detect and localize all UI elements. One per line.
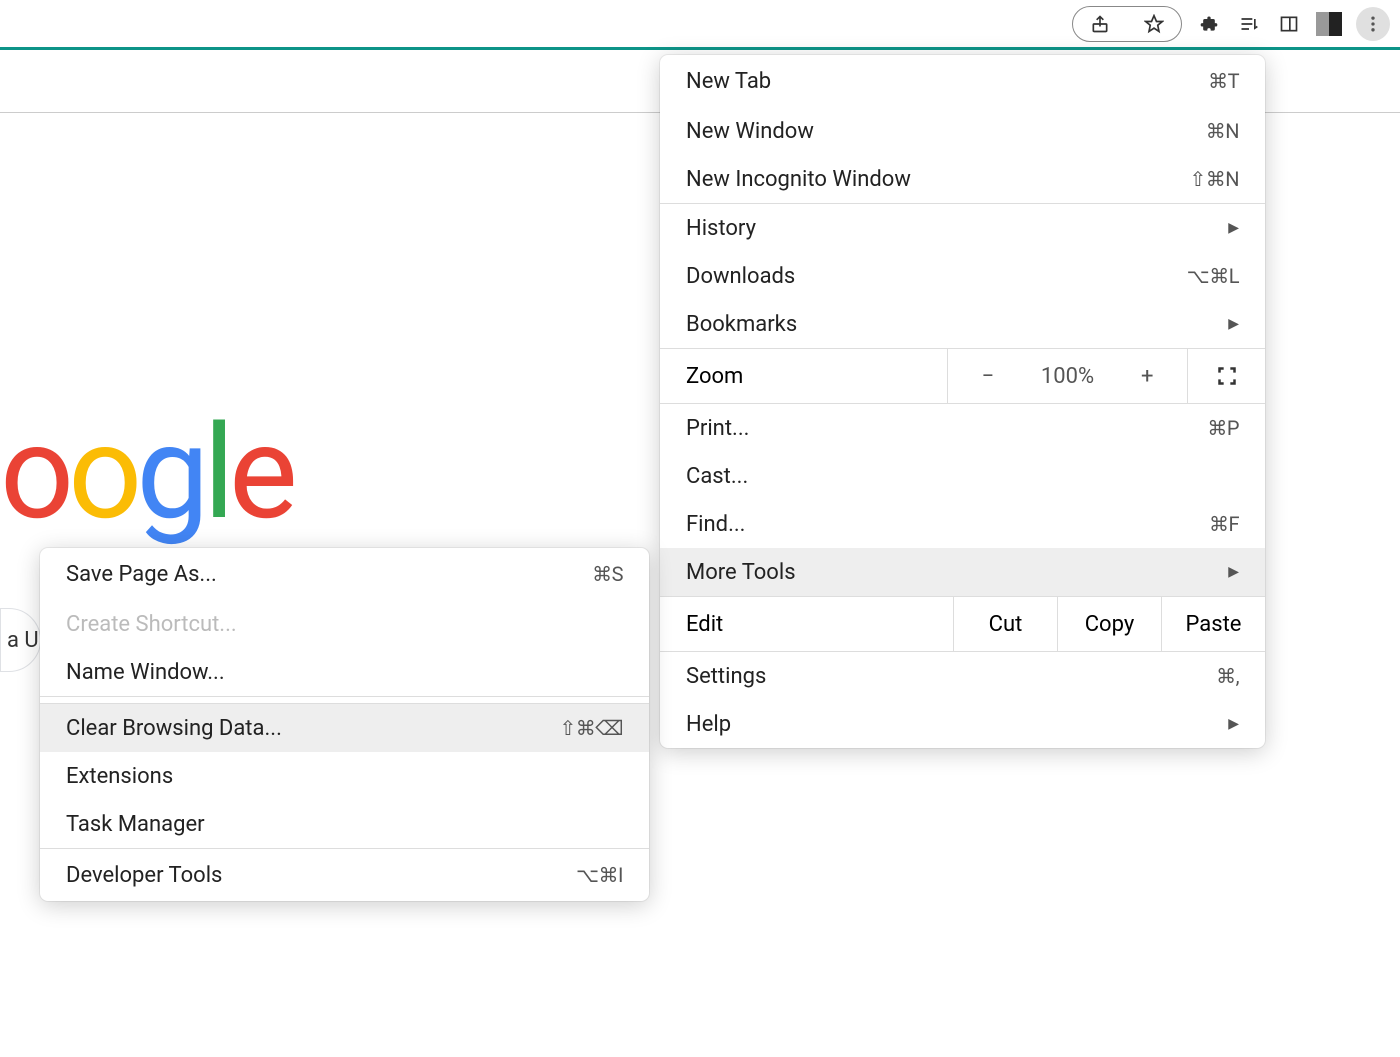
- menu-item-bookmarks[interactable]: Bookmarks ▶: [660, 300, 1265, 348]
- logo-letter-g: g: [136, 396, 203, 549]
- bookmark-star-icon[interactable]: [1141, 11, 1167, 37]
- copy-button[interactable]: Copy: [1057, 597, 1161, 651]
- menu-item-cast[interactable]: Cast...: [660, 452, 1265, 500]
- omnibox-actions: [1072, 6, 1182, 42]
- shortcut: ⌘T: [1208, 69, 1239, 93]
- menu-label: Developer Tools: [66, 863, 222, 888]
- menu-label: Help: [686, 712, 731, 737]
- menu-item-new-tab[interactable]: New Tab ⌘T: [660, 55, 1265, 107]
- menu-label: History: [686, 216, 756, 241]
- google-logo: oogle: [0, 396, 292, 549]
- zoom-label: Zoom: [660, 364, 947, 389]
- zoom-in-button[interactable]: +: [1107, 364, 1187, 389]
- paste-button[interactable]: Paste: [1161, 597, 1265, 651]
- submenu-item-name-window[interactable]: Name Window...: [40, 648, 649, 696]
- logo-letter-o: o: [68, 396, 136, 549]
- address-bar: [0, 0, 1400, 50]
- search-box[interactable]: a U: [0, 608, 41, 672]
- menu-item-new-window[interactable]: New Window ⌘N: [660, 107, 1265, 155]
- profile-avatar[interactable]: [1316, 11, 1342, 37]
- menu-item-history[interactable]: History ▶: [660, 204, 1265, 252]
- menu-label: Settings: [686, 664, 766, 689]
- submenu-item-create-shortcut: Create Shortcut...: [40, 600, 649, 648]
- menu-item-settings[interactable]: Settings ⌘,: [660, 652, 1265, 700]
- menu-label: Find...: [686, 512, 745, 537]
- menu-label: Create Shortcut...: [66, 612, 237, 637]
- menu-label: New Tab: [686, 69, 771, 94]
- submenu-item-save-page[interactable]: Save Page As... ⌘S: [40, 548, 649, 600]
- shortcut: ⌘S: [592, 562, 623, 586]
- menu-item-print[interactable]: Print... ⌘P: [660, 404, 1265, 452]
- menu-label: Extensions: [66, 764, 173, 789]
- chevron-right-icon: ▶: [1228, 220, 1239, 236]
- chevron-right-icon: ▶: [1228, 716, 1239, 732]
- more-tools-submenu: Save Page As... ⌘S Create Shortcut... Nam…: [40, 548, 649, 901]
- side-panel-icon[interactable]: [1276, 11, 1302, 37]
- chevron-right-icon: ▶: [1228, 564, 1239, 580]
- shortcut: ⇧⌘N: [1189, 167, 1239, 191]
- search-partial-text: a U: [7, 628, 39, 653]
- submenu-item-clear-browsing-data[interactable]: Clear Browsing Data... ⇧⌘⌫: [40, 704, 649, 752]
- chevron-right-icon: ▶: [1228, 316, 1239, 332]
- menu-label: Cast...: [686, 464, 748, 489]
- extensions-puzzle-icon[interactable]: [1196, 11, 1222, 37]
- chrome-main-menu: New Tab ⌘T New Window ⌘N New Incognito Win…: [660, 55, 1265, 748]
- more-menu-button[interactable]: [1356, 7, 1390, 41]
- share-icon[interactable]: [1087, 11, 1113, 37]
- menu-item-more-tools[interactable]: More Tools ▶: [660, 548, 1265, 596]
- logo-letter-e: e: [229, 396, 292, 549]
- cut-button[interactable]: Cut: [953, 597, 1057, 651]
- zoom-out-button[interactable]: −: [948, 364, 1028, 389]
- shortcut: ⌥⌘L: [1187, 264, 1239, 288]
- shortcut: ⌘,: [1216, 664, 1239, 688]
- menu-label: Name Window...: [66, 660, 225, 685]
- reading-list-icon[interactable]: [1236, 11, 1262, 37]
- menu-label: Downloads: [686, 264, 795, 289]
- submenu-item-task-manager[interactable]: Task Manager: [40, 800, 649, 848]
- menu-label: Bookmarks: [686, 312, 797, 337]
- submenu-item-developer-tools[interactable]: Developer Tools ⌥⌘I: [40, 849, 649, 901]
- menu-item-new-incognito[interactable]: New Incognito Window ⇧⌘N: [660, 155, 1265, 203]
- menu-label: Save Page As...: [66, 562, 217, 587]
- menu-item-edit: Edit Cut Copy Paste: [660, 597, 1265, 651]
- shortcut: ⌥⌘I: [576, 863, 623, 887]
- shortcut: ⌘N: [1206, 119, 1239, 143]
- shortcut: ⌘F: [1209, 512, 1239, 536]
- zoom-controls: − 100% +: [947, 349, 1187, 403]
- zoom-level: 100%: [1028, 364, 1108, 389]
- edit-label: Edit: [660, 612, 953, 637]
- menu-label: Print...: [686, 416, 749, 441]
- menu-item-zoom: Zoom − 100% +: [660, 349, 1265, 403]
- shortcut: ⌘P: [1207, 416, 1239, 440]
- shortcut: ⇧⌘⌫: [559, 716, 623, 740]
- menu-item-find[interactable]: Find... ⌘F: [660, 500, 1265, 548]
- menu-item-help[interactable]: Help ▶: [660, 700, 1265, 748]
- logo-letter-l: l: [203, 396, 229, 549]
- menu-label: New Window: [686, 119, 814, 144]
- submenu-item-extensions[interactable]: Extensions: [40, 752, 649, 800]
- logo-letter-o: o: [0, 396, 68, 549]
- menu-label: New Incognito Window: [686, 167, 911, 192]
- menu-label: More Tools: [686, 560, 796, 585]
- menu-label: Task Manager: [66, 812, 205, 837]
- menu-item-downloads[interactable]: Downloads ⌥⌘L: [660, 252, 1265, 300]
- menu-label: Clear Browsing Data...: [66, 716, 282, 741]
- fullscreen-button[interactable]: [1187, 349, 1265, 403]
